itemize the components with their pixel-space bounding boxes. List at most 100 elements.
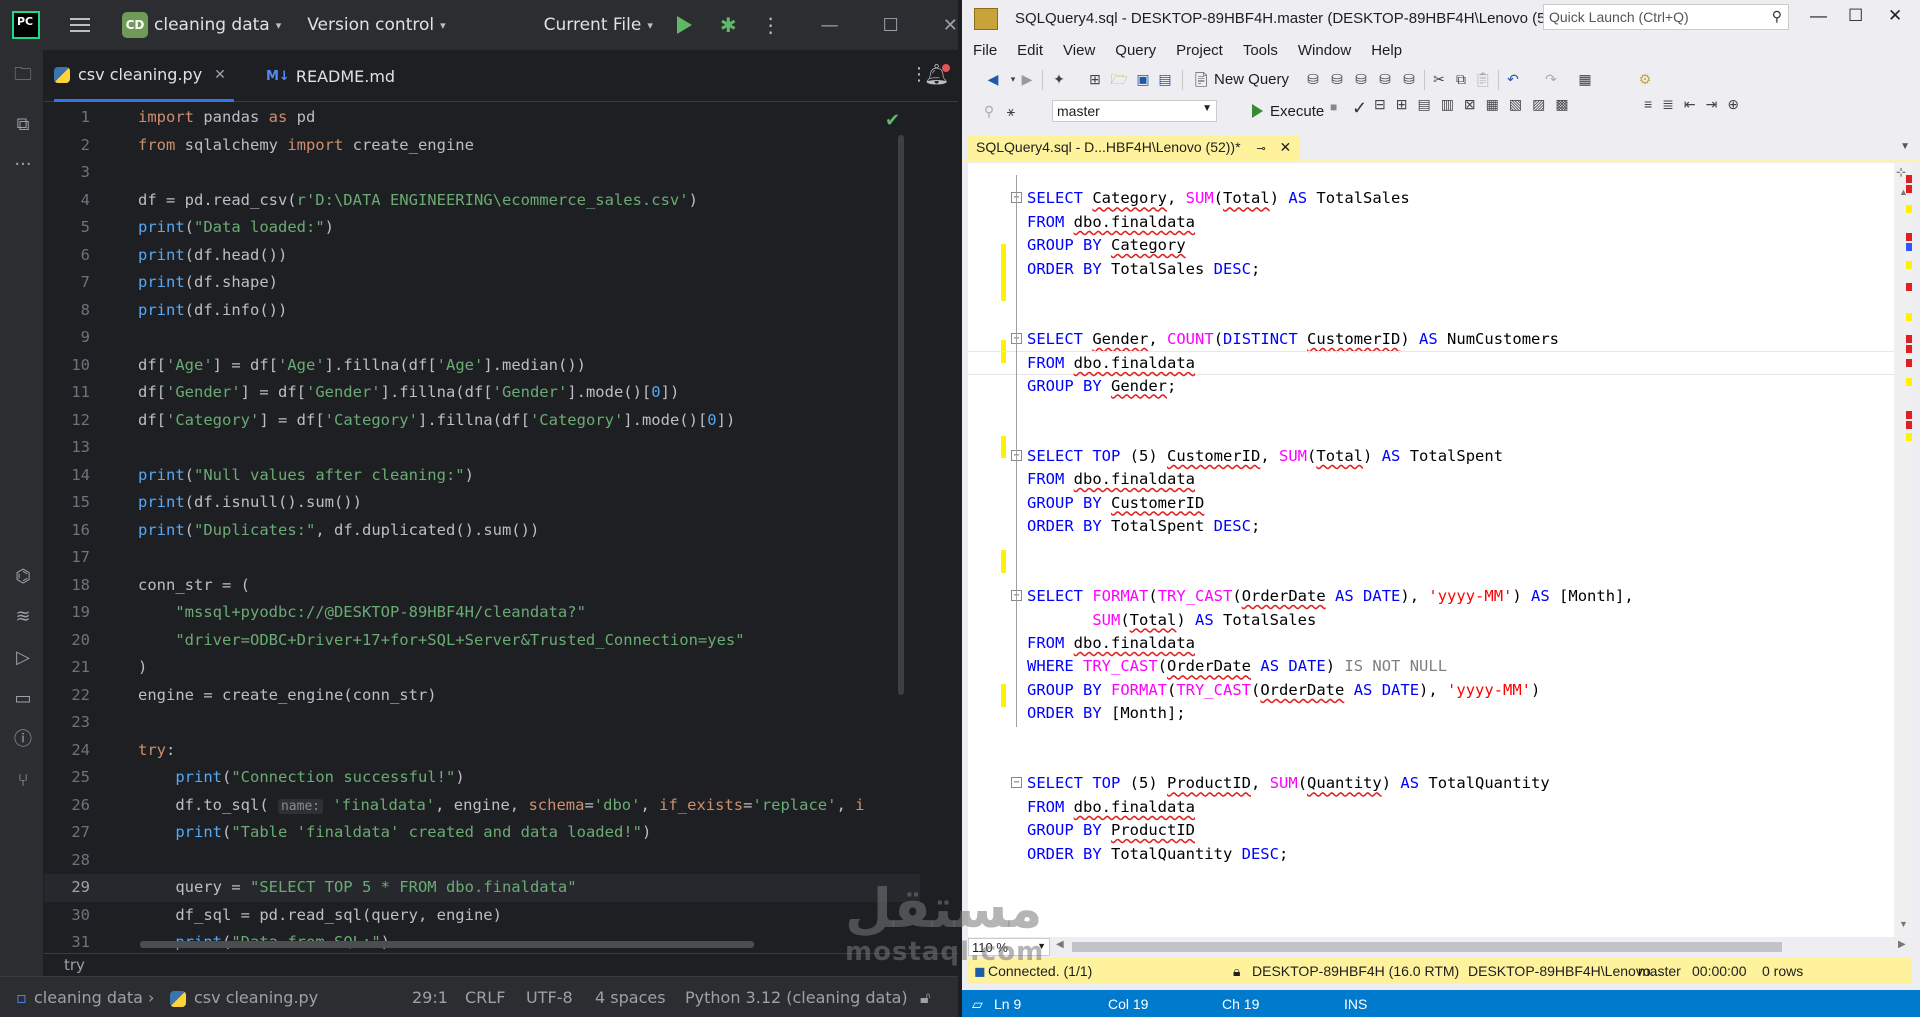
code-line[interactable]: 17 <box>44 544 920 572</box>
code-text[interactable]: print("Duplicates:", df.duplicated().sum… <box>138 517 539 545</box>
sql-line[interactable]: ORDER BY TotalSpent DESC; <box>968 515 1898 538</box>
status-interpreter[interactable]: Python 3.12 (cleaning data) <box>685 988 908 1007</box>
line-number[interactable]: 1 <box>44 104 90 132</box>
code-line[interactable]: 1 import pandas as pd <box>44 104 920 132</box>
maximize-icon[interactable]: ☐ <box>1848 6 1863 26</box>
line-number[interactable]: 27 <box>44 819 90 847</box>
status-line-separator[interactable]: CRLF <box>465 988 505 1007</box>
connect-icon[interactable]: ⚲ <box>980 102 998 120</box>
solution-config-icon[interactable]: ⚙ <box>1636 70 1654 88</box>
menu-tools[interactable]: Tools <box>1233 38 1288 64</box>
code-text[interactable]: "mssql+pyodbc://@DESKTOP-89HBF4H/cleanda… <box>138 599 586 627</box>
formatting-icons[interactable]: ≡≣⇤⇥⊕ <box>1644 96 1824 122</box>
sql-text[interactable]: SELECT TOP (5) CustomerID, SUM(Total) AS… <box>1027 445 1503 468</box>
execute-button[interactable]: Execute <box>1270 103 1324 120</box>
line-number[interactable]: 8 <box>44 297 90 325</box>
code-line[interactable]: 24 try: <box>44 737 920 765</box>
tab-sqlquery4[interactable]: SQLQuery4.sql - D...HBF4H\Lenovo (52))* … <box>968 135 1300 161</box>
more-actions-icon[interactable]: ⋮ <box>761 13 781 37</box>
code-line[interactable]: 10 df['Age'] = df['Age'].fillna(df['Age']… <box>44 352 920 380</box>
sql-line[interactable]: FROM dbo.finaldata <box>968 211 1898 234</box>
tab-readme[interactable]: M↓ README.md <box>266 50 395 102</box>
code-text[interactable]: df.to_sql( name: 'finaldata', engine, sc… <box>138 792 865 821</box>
scroll-left-icon[interactable]: ◀ <box>1056 939 1064 950</box>
code-text[interactable]: print(df.info()) <box>138 297 287 325</box>
sql-line[interactable]: FROM dbo.finaldata <box>968 796 1898 819</box>
sql-text[interactable]: GROUP BY Category <box>1027 234 1186 257</box>
menu-help[interactable]: Help <box>1361 38 1412 64</box>
code-text[interactable]: df = pd.read_csv(r'D:\DATA ENGINEERING\e… <box>138 187 698 215</box>
code-text[interactable]: "driver=ODBC+Driver+17+for+SQL+Server&Tr… <box>138 627 744 655</box>
no-problems-check-icon[interactable]: ✔ <box>885 110 900 131</box>
code-text[interactable]: query = "SELECT TOP 5 * FROM dbo.finalda… <box>138 874 576 902</box>
line-number[interactable]: 12 <box>44 407 90 435</box>
line-number[interactable]: 14 <box>44 462 90 490</box>
new-query-icon[interactable]: 📄︎ <box>1192 70 1210 88</box>
activity-monitor-icon[interactable]: ▦ <box>1576 70 1594 88</box>
execute-icon[interactable] <box>1252 104 1263 118</box>
sql-line[interactable]: GROUP BY CustomerID <box>968 492 1898 515</box>
git-icon[interactable]: ⑂ <box>12 770 34 792</box>
main-menu-icon[interactable] <box>70 18 90 32</box>
sql-line[interactable]: FROM dbo.finaldata <box>968 632 1898 655</box>
code-text[interactable]: print("Null values after cleaning:") <box>138 462 474 490</box>
code-text[interactable]: print(df.head()) <box>138 242 287 270</box>
cut-icon[interactable]: ✂ <box>1430 70 1448 88</box>
sql-line[interactable] <box>968 281 1898 304</box>
line-number[interactable]: 25 <box>44 764 90 792</box>
sql-line[interactable] <box>968 749 1898 772</box>
menu-project[interactable]: Project <box>1166 38 1233 64</box>
split-icon[interactable]: ⊹ <box>1896 165 1906 179</box>
sql-text[interactable]: ORDER BY TotalQuantity DESC; <box>1027 843 1288 866</box>
line-number[interactable]: 18 <box>44 572 90 600</box>
xmla-query-icon[interactable]: ⛁ <box>1376 70 1394 88</box>
paste-icon[interactable]: 📋︎ <box>1474 70 1492 88</box>
status-position[interactable]: 29:1 <box>412 988 448 1007</box>
version-control-dropdown[interactable]: Version control <box>307 15 434 35</box>
sql-line[interactable] <box>968 726 1898 749</box>
line-number[interactable]: 6 <box>44 242 90 270</box>
code-line[interactable]: 21) <box>44 654 920 682</box>
sql-text[interactable]: SELECT Gender, COUNT(DISTINCT CustomerID… <box>1027 328 1559 351</box>
line-number[interactable]: 19 <box>44 599 90 627</box>
code-line[interactable]: 14 print("Null values after cleaning:") <box>44 462 920 490</box>
code-text[interactable]: print("Table 'finaldata' created and dat… <box>138 819 651 847</box>
dmx-query-icon[interactable]: ⛁ <box>1352 70 1370 88</box>
code-line[interactable]: 26 df.to_sql( name: 'finaldata', engine,… <box>44 792 920 820</box>
code-line[interactable]: 16 print("Duplicates:", df.duplicated().s… <box>44 517 920 545</box>
code-line[interactable]: 7 print(df.shape) <box>44 269 920 297</box>
collapse-block-icon[interactable]: − <box>1011 777 1022 789</box>
sql-line[interactable]: ORDER BY [Month]; <box>968 702 1898 725</box>
menu-edit[interactable]: Edit <box>1007 38 1053 64</box>
sql-text[interactable]: GROUP BY Gender; <box>1027 375 1176 398</box>
sql-line[interactable] <box>968 398 1898 421</box>
available-databases-select[interactable]: master ▼ <box>1052 100 1217 122</box>
add-item-icon[interactable]: ⊞ <box>1086 70 1104 88</box>
tab-list-dropdown-icon[interactable]: ▼ <box>1900 141 1910 152</box>
change-connection-icon[interactable]: ⚹ <box>1002 102 1020 120</box>
code-line[interactable]: 8 print(df.info()) <box>44 297 920 325</box>
sql-text[interactable]: SELECT Category, SUM(Total) AS TotalSale… <box>1027 187 1410 210</box>
sql-line[interactable]: WHERE TRY_CAST(OrderDate AS DATE) IS NOT… <box>968 655 1898 678</box>
problems-icon[interactable]: ⓘ <box>12 729 34 751</box>
database-engine-query-icon[interactable]: ⛁ <box>1304 70 1322 88</box>
python-console-icon[interactable]: ⌬ <box>12 566 34 588</box>
code-line[interactable]: 11 df['Gender'] = df['Gender'].fillna(df[… <box>44 379 920 407</box>
run-config-dropdown[interactable]: Current File <box>544 15 642 35</box>
code-line[interactable]: 23 <box>44 709 920 737</box>
sql-line[interactable]: FROM dbo.finaldata <box>968 351 1898 375</box>
structure-icon[interactable]: ⧉ <box>12 114 34 136</box>
line-number[interactable]: 13 <box>44 434 90 462</box>
minimize-icon[interactable]: — <box>821 15 839 36</box>
lock-icon[interactable]: 🔓︎ <box>920 988 930 1008</box>
sql-line[interactable] <box>968 164 1898 187</box>
more-tools-icon[interactable]: ··· <box>12 154 34 176</box>
sql-line[interactable]: −SELECT FORMAT(TRY_CAST(OrderDate AS DAT… <box>968 585 1898 608</box>
code-text[interactable]: print("Data loaded:") <box>138 214 334 242</box>
code-text[interactable]: import pandas as pd <box>138 104 315 132</box>
line-number[interactable]: 24 <box>44 737 90 765</box>
line-number[interactable]: 31 <box>44 929 90 953</box>
sql-text[interactable]: FROM dbo.finaldata <box>1027 632 1195 655</box>
sql-line[interactable]: −SELECT Category, SUM(Total) AS TotalSal… <box>968 187 1898 210</box>
sql-line[interactable]: −SELECT Gender, COUNT(DISTINCT CustomerI… <box>968 328 1898 351</box>
